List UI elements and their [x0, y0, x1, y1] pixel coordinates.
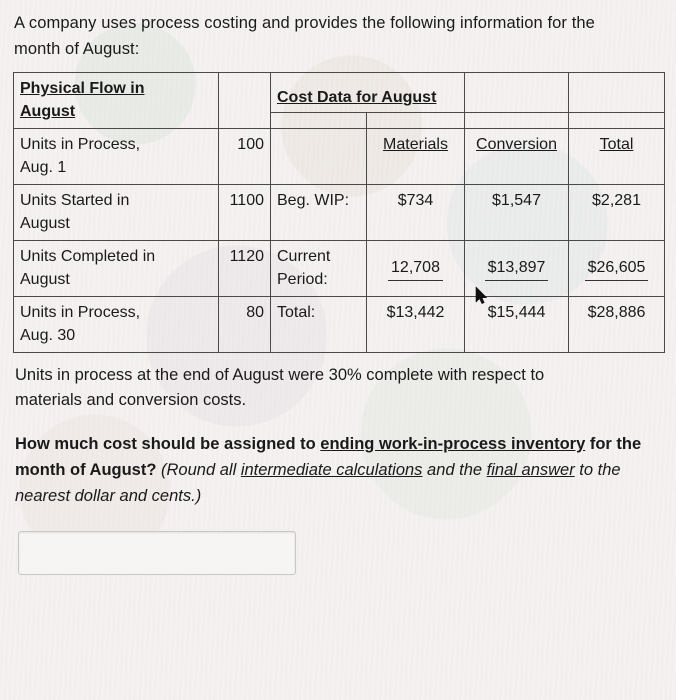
question-underlined-ending-wip: ending work-in-process inventory	[320, 435, 586, 453]
question-paren-end: to the	[574, 461, 621, 479]
total-total: $28,886	[568, 296, 665, 353]
question-part-1: How much cost should be assigned to	[15, 435, 321, 453]
cost-label-blank	[270, 128, 367, 185]
physical-flow-blank-cell	[218, 72, 271, 129]
column-header-materials: Materials	[366, 128, 465, 185]
cost-label-current-period: Current Period:	[270, 240, 367, 297]
value-units-completed: 1120	[218, 240, 271, 297]
question-paren-mid: and the	[422, 461, 487, 479]
physical-flow-header-line2: August	[20, 103, 76, 120]
cost-header-blank-2	[568, 71, 665, 114]
mouse-cursor-icon	[475, 286, 487, 304]
cost-header-blank-1	[464, 71, 569, 114]
column-header-total: Total	[568, 128, 665, 185]
total-materials: $13,442	[366, 296, 465, 353]
beg-wip-conversion: $1,547	[464, 184, 569, 241]
beg-wip-materials: $734	[366, 184, 465, 241]
current-period-total: $26,605	[568, 240, 665, 297]
row-label-units-in-process-aug1: Units in Process, Aug. 1	[13, 128, 219, 185]
row-label-units-completed: Units Completed in August	[13, 240, 219, 297]
question-underlined-final-answer: final answer	[486, 461, 575, 479]
table-row: Units Completed in August 1120 Current P…	[13, 240, 665, 297]
spacer-cell-1	[270, 112, 367, 129]
process-costing-table: Physical Flow in August Cost Data for Au…	[13, 71, 665, 353]
intro-text: A company uses process costing and provi…	[14, 10, 666, 62]
table-row: Units in Process, Aug. 30 80 Total: $13,…	[13, 296, 665, 353]
physical-flow-header-line1: Physical Flow in	[20, 80, 145, 97]
intro-line-2: month of August:	[14, 40, 140, 58]
note-line-2: materials and conversion costs.	[15, 391, 247, 409]
spacer-cell-2	[366, 112, 465, 129]
question-underlined-intermediate: intermediate calculations	[240, 461, 423, 479]
completion-note: Units in process at the end of August we…	[15, 363, 666, 413]
value-units-in-process-aug1: 100	[218, 128, 271, 185]
question-page: A company uses process costing and provi…	[0, 0, 676, 575]
question-paren-last-line: nearest dollar and cents.)	[15, 487, 202, 505]
table-row: Units in Process, Aug. 1 100 Materials C…	[13, 128, 665, 185]
question-text: How much cost should be assigned to endi…	[15, 431, 666, 509]
table-row: Units Started in August 1100 Beg. WIP: $…	[13, 184, 665, 241]
question-paren-open: (Round all	[156, 461, 241, 479]
spacer-cell-3	[464, 112, 569, 129]
value-units-in-process-aug30: 80	[218, 296, 271, 353]
cost-data-header: Cost Data for August	[270, 71, 465, 114]
table-row: Physical Flow in August Cost Data for Au…	[13, 71, 665, 129]
row-label-units-started: Units Started in August	[13, 184, 219, 241]
beg-wip-total: $2,281	[568, 184, 665, 241]
physical-flow-header: Physical Flow in August	[13, 72, 219, 129]
value-units-started: 1100	[218, 184, 271, 241]
note-line-1: Units in process at the end of August we…	[15, 366, 545, 384]
cost-label-beg-wip: Beg. WIP:	[270, 184, 367, 241]
row-label-units-in-process-aug30: Units in Process, Aug. 30	[13, 296, 219, 353]
question-part-3: month of August?	[15, 461, 157, 479]
column-header-conversion: Conversion	[464, 128, 569, 185]
current-period-materials: 12,708	[366, 240, 465, 297]
spacer-cell-4	[568, 112, 665, 129]
answer-input[interactable]	[18, 531, 296, 575]
question-part-2: for the	[585, 435, 642, 453]
cost-label-total: Total:	[270, 296, 367, 353]
intro-line-1: A company uses process costing and provi…	[14, 14, 595, 32]
